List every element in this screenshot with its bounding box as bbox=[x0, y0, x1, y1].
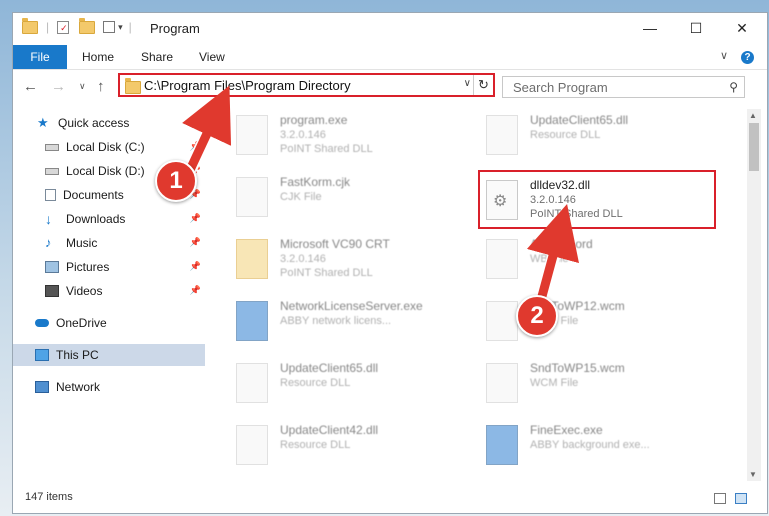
callout-1: 1 bbox=[155, 160, 197, 202]
arrow-1 bbox=[182, 85, 232, 172]
callout-arrows bbox=[182, 85, 579, 307]
callout-2: 2 bbox=[516, 295, 558, 337]
